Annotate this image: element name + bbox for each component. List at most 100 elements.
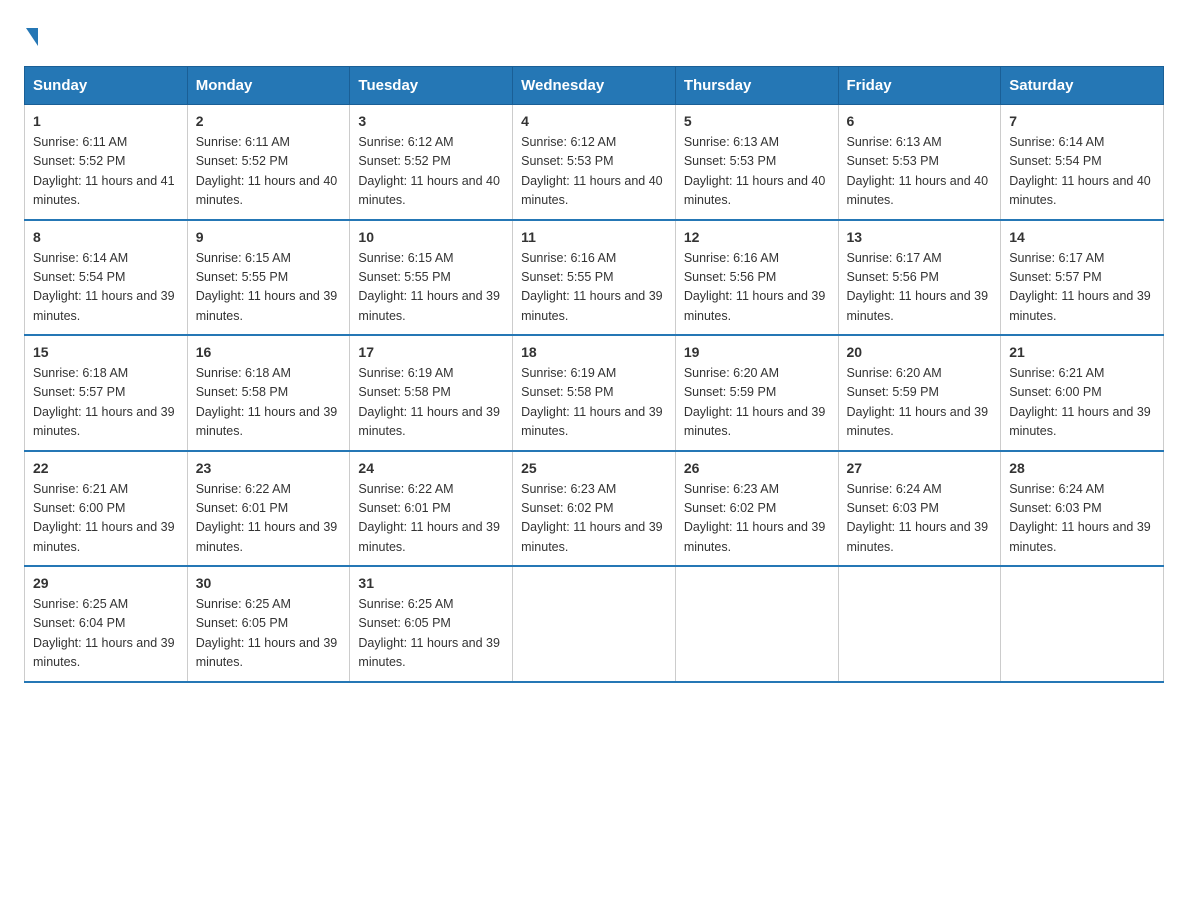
day-cell: 24Sunrise: 6:22 AMSunset: 6:01 PMDayligh… [350, 451, 513, 567]
day-cell: 16Sunrise: 6:18 AMSunset: 5:58 PMDayligh… [187, 335, 350, 451]
week-row-4: 22 Sunrise: 6:21 AMSunset: 6:00 PMDayligh… [25, 451, 1164, 567]
day-cell: 7 Sunrise: 6:14 AMSunset: 5:54 PMDaylight… [1001, 105, 1164, 220]
day-number: 4 [521, 113, 667, 129]
day-cell: 13 Sunrise: 6:17 AMSunset: 5:56 PMDayligh… [838, 220, 1001, 336]
header-cell-thursday: Thursday [675, 67, 838, 105]
day-info: Sunrise: 6:15 AMSunset: 5:55 PMDaylight:… [358, 249, 504, 327]
day-cell: 18Sunrise: 6:19 AMSunset: 5:58 PMDayligh… [513, 335, 676, 451]
day-number: 5 [684, 113, 830, 129]
day-cell: 5 Sunrise: 6:13 AMSunset: 5:53 PMDaylight… [675, 105, 838, 220]
week-row-3: 15 Sunrise: 6:18 AMSunset: 5:57 PMDayligh… [25, 335, 1164, 451]
calendar-table: SundayMondayTuesdayWednesdayThursdayFrid… [24, 66, 1164, 683]
day-number: 21 [1009, 344, 1155, 360]
day-number: 28 [1009, 460, 1155, 476]
day-number: 13 [847, 229, 993, 245]
day-info: Sunrise: 6:15 AMSunset: 5:55 PMDaylight:… [196, 249, 342, 327]
day-number: 14 [1009, 229, 1155, 245]
day-info: Sunrise: 6:25 AMSunset: 6:05 PMDaylight:… [358, 595, 504, 673]
logo [24, 24, 38, 46]
header-cell-saturday: Saturday [1001, 67, 1164, 105]
day-info: Sunrise: 6:19 AMSunset: 5:58 PMDaylight:… [521, 364, 667, 442]
day-number: 16 [196, 344, 342, 360]
day-cell: 6 Sunrise: 6:13 AMSunset: 5:53 PMDaylight… [838, 105, 1001, 220]
day-cell: 1 Sunrise: 6:11 AMSunset: 5:52 PMDaylight… [25, 105, 188, 220]
day-info: Sunrise: 6:14 AMSunset: 5:54 PMDaylight:… [1009, 133, 1155, 211]
day-info: Sunrise: 6:25 AMSunset: 6:05 PMDaylight:… [196, 595, 342, 673]
day-cell: 11 Sunrise: 6:16 AMSunset: 5:55 PMDayligh… [513, 220, 676, 336]
day-info: Sunrise: 6:21 AMSunset: 6:00 PMDaylight:… [1009, 364, 1155, 442]
day-cell [838, 566, 1001, 682]
day-info: Sunrise: 6:18 AMSunset: 5:57 PMDaylight:… [33, 364, 179, 442]
day-cell: 30 Sunrise: 6:25 AMSunset: 6:05 PMDayligh… [187, 566, 350, 682]
day-info: Sunrise: 6:24 AMSunset: 6:03 PMDaylight:… [847, 480, 993, 558]
day-cell: 17Sunrise: 6:19 AMSunset: 5:58 PMDayligh… [350, 335, 513, 451]
day-cell: 14 Sunrise: 6:17 AMSunset: 5:57 PMDayligh… [1001, 220, 1164, 336]
day-info: Sunrise: 6:17 AMSunset: 5:57 PMDaylight:… [1009, 249, 1155, 327]
day-number: 9 [196, 229, 342, 245]
day-number: 19 [684, 344, 830, 360]
day-cell: 20 Sunrise: 6:20 AMSunset: 5:59 PMDayligh… [838, 335, 1001, 451]
day-info: Sunrise: 6:24 AMSunset: 6:03 PMDaylight:… [1009, 480, 1155, 558]
header-row: SundayMondayTuesdayWednesdayThursdayFrid… [25, 67, 1164, 105]
calendar-body: 1 Sunrise: 6:11 AMSunset: 5:52 PMDaylight… [25, 105, 1164, 682]
logo-arrow-icon [26, 28, 38, 46]
day-number: 15 [33, 344, 179, 360]
day-number: 10 [358, 229, 504, 245]
day-cell: 12 Sunrise: 6:16 AMSunset: 5:56 PMDayligh… [675, 220, 838, 336]
day-number: 27 [847, 460, 993, 476]
day-cell: 28 Sunrise: 6:24 AMSunset: 6:03 PMDayligh… [1001, 451, 1164, 567]
day-number: 17 [358, 344, 504, 360]
day-cell: 15 Sunrise: 6:18 AMSunset: 5:57 PMDayligh… [25, 335, 188, 451]
week-row-5: 29 Sunrise: 6:25 AMSunset: 6:04 PMDayligh… [25, 566, 1164, 682]
day-number: 7 [1009, 113, 1155, 129]
day-cell: 21 Sunrise: 6:21 AMSunset: 6:00 PMDayligh… [1001, 335, 1164, 451]
header-cell-tuesday: Tuesday [350, 67, 513, 105]
day-info: Sunrise: 6:21 AMSunset: 6:00 PMDaylight:… [33, 480, 179, 558]
day-info: Sunrise: 6:14 AMSunset: 5:54 PMDaylight:… [33, 249, 179, 327]
day-cell: 23Sunrise: 6:22 AMSunset: 6:01 PMDayligh… [187, 451, 350, 567]
day-number: 30 [196, 575, 342, 591]
header-cell-monday: Monday [187, 67, 350, 105]
day-info: Sunrise: 6:12 AMSunset: 5:52 PMDaylight:… [358, 133, 504, 211]
day-info: Sunrise: 6:20 AMSunset: 5:59 PMDaylight:… [684, 364, 830, 442]
day-number: 11 [521, 229, 667, 245]
week-row-2: 8 Sunrise: 6:14 AMSunset: 5:54 PMDaylight… [25, 220, 1164, 336]
day-number: 1 [33, 113, 179, 129]
day-cell: 10 Sunrise: 6:15 AMSunset: 5:55 PMDayligh… [350, 220, 513, 336]
day-number: 29 [33, 575, 179, 591]
day-number: 2 [196, 113, 342, 129]
day-cell: 19 Sunrise: 6:20 AMSunset: 5:59 PMDayligh… [675, 335, 838, 451]
day-number: 3 [358, 113, 504, 129]
page-header [24, 24, 1164, 46]
day-number: 6 [847, 113, 993, 129]
day-number: 12 [684, 229, 830, 245]
header-cell-sunday: Sunday [25, 67, 188, 105]
day-info: Sunrise: 6:13 AMSunset: 5:53 PMDaylight:… [684, 133, 830, 211]
day-cell: 22 Sunrise: 6:21 AMSunset: 6:00 PMDayligh… [25, 451, 188, 567]
day-cell: 8 Sunrise: 6:14 AMSunset: 5:54 PMDaylight… [25, 220, 188, 336]
day-info: Sunrise: 6:16 AMSunset: 5:55 PMDaylight:… [521, 249, 667, 327]
day-info: Sunrise: 6:17 AMSunset: 5:56 PMDaylight:… [847, 249, 993, 327]
day-cell: 25Sunrise: 6:23 AMSunset: 6:02 PMDayligh… [513, 451, 676, 567]
day-info: Sunrise: 6:22 AMSunset: 6:01 PMDaylight:… [196, 480, 342, 558]
header-cell-wednesday: Wednesday [513, 67, 676, 105]
day-info: Sunrise: 6:25 AMSunset: 6:04 PMDaylight:… [33, 595, 179, 673]
day-cell: 26Sunrise: 6:23 AMSunset: 6:02 PMDayligh… [675, 451, 838, 567]
day-info: Sunrise: 6:22 AMSunset: 6:01 PMDaylight:… [358, 480, 504, 558]
day-number: 20 [847, 344, 993, 360]
calendar-header: SundayMondayTuesdayWednesdayThursdayFrid… [25, 67, 1164, 105]
day-cell [513, 566, 676, 682]
day-number: 22 [33, 460, 179, 476]
day-number: 8 [33, 229, 179, 245]
day-cell [675, 566, 838, 682]
day-cell: 31Sunrise: 6:25 AMSunset: 6:05 PMDayligh… [350, 566, 513, 682]
day-info: Sunrise: 6:16 AMSunset: 5:56 PMDaylight:… [684, 249, 830, 327]
day-number: 25 [521, 460, 667, 476]
day-info: Sunrise: 6:20 AMSunset: 5:59 PMDaylight:… [847, 364, 993, 442]
day-cell [1001, 566, 1164, 682]
day-info: Sunrise: 6:11 AMSunset: 5:52 PMDaylight:… [33, 133, 179, 211]
day-cell: 9 Sunrise: 6:15 AMSunset: 5:55 PMDaylight… [187, 220, 350, 336]
day-cell: 2Sunrise: 6:11 AMSunset: 5:52 PMDaylight… [187, 105, 350, 220]
day-cell: 29 Sunrise: 6:25 AMSunset: 6:04 PMDayligh… [25, 566, 188, 682]
day-info: Sunrise: 6:13 AMSunset: 5:53 PMDaylight:… [847, 133, 993, 211]
